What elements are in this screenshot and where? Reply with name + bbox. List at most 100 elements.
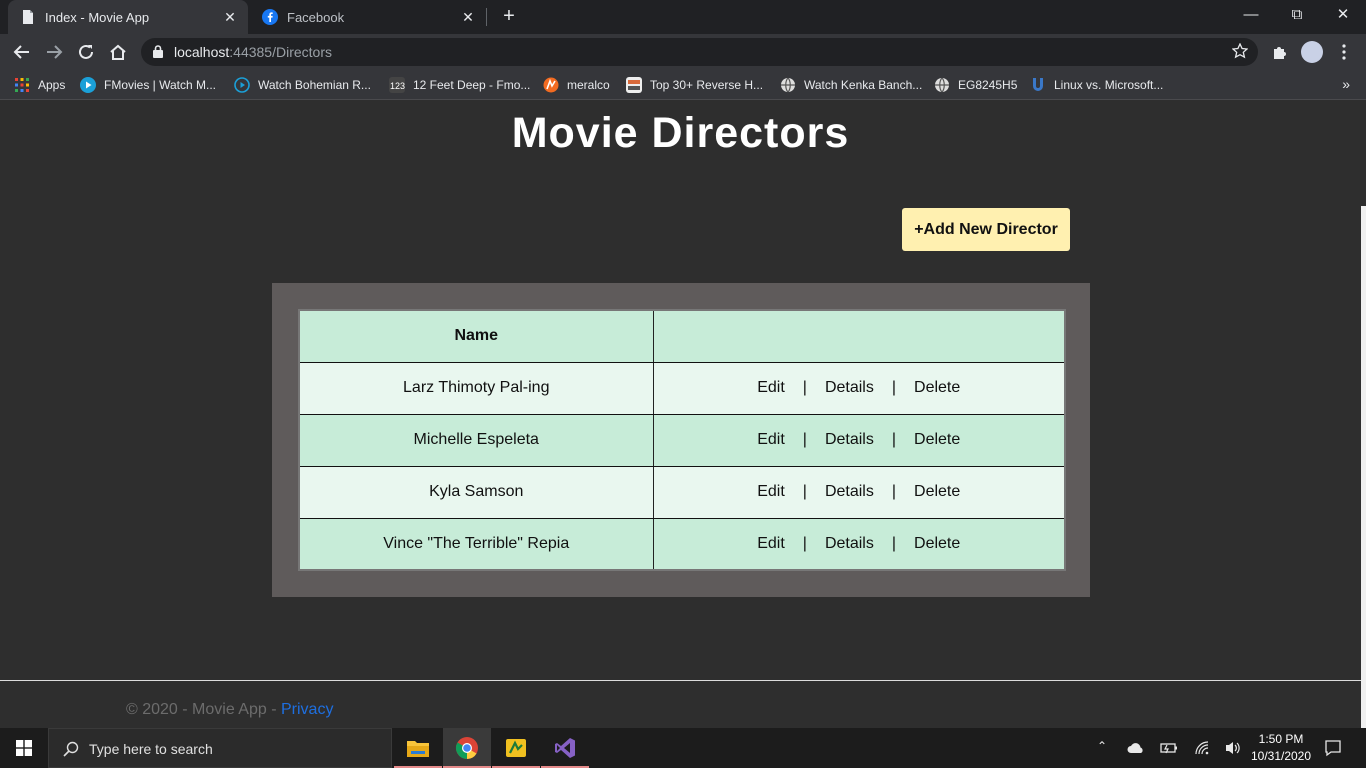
bookmark-label: meralco (567, 78, 610, 92)
director-name: Michelle Espeleta (299, 414, 654, 467)
arrow-right-icon (47, 45, 63, 59)
edit-link[interactable]: Edit (755, 379, 787, 397)
windows-taskbar: Type here to search ⌃ 1:50 PM 10/31/2020 (0, 728, 1366, 768)
table-row: Kyla Samson Edit | Details | Delete (299, 466, 1065, 519)
edit-link[interactable]: Edit (755, 535, 787, 553)
address-bar[interactable]: localhost:44385/Directors (141, 38, 1258, 66)
director-name: Kyla Samson (299, 466, 654, 519)
bookmark-fmovies[interactable]: FMovies | Watch M... (80, 76, 216, 94)
page-title: Movie Directors (511, 109, 850, 157)
close-window-button[interactable]: ✕ (1320, 0, 1366, 30)
director-name: Vince "The Terrible" Repia (299, 518, 654, 570)
database-tool-icon (506, 739, 526, 757)
action-separator: | (891, 379, 897, 396)
home-icon (110, 44, 126, 60)
chrome-app[interactable] (443, 728, 491, 768)
lock-icon (153, 45, 163, 58)
bookmark-star-icon[interactable] (1232, 43, 1248, 59)
url-text: localhost:44385/Directors (174, 44, 332, 60)
page-content: Movie Directors +Add New Director Name L… (0, 101, 1366, 728)
back-button[interactable] (10, 40, 34, 64)
footer-copyright: © 2020 - Movie App - (126, 701, 281, 718)
bookmark-apps[interactable]: Apps (14, 76, 65, 94)
directors-panel: Name Larz Thimoty Pal-ing Edit | Details… (272, 283, 1090, 597)
details-link[interactable]: Details (823, 535, 876, 553)
table-row: Michelle Espeleta Edit | Details | Delet… (299, 414, 1065, 467)
browser-tabbar: Index - Movie App ✕ Facebook ✕ + — ⧉ ✕ (0, 0, 1366, 34)
details-link[interactable]: Details (823, 379, 876, 397)
column-header-actions (653, 310, 1065, 363)
onedrive-cloud-icon[interactable] (1127, 742, 1145, 754)
privacy-link[interactable]: Privacy (281, 701, 333, 718)
arrow-left-icon (13, 45, 29, 59)
delete-link[interactable]: Delete (912, 483, 962, 501)
taskbar-clock[interactable]: 1:50 PM 10/31/2020 (1248, 731, 1314, 765)
tab-index-movie-app[interactable]: Index - Movie App ✕ (8, 0, 248, 34)
edit-link[interactable]: Edit (755, 483, 787, 501)
play-circle-icon (234, 77, 250, 93)
new-tab-button[interactable]: + (498, 5, 520, 27)
windows-logo-icon (16, 740, 32, 756)
edit-link[interactable]: Edit (755, 431, 787, 449)
tab-close-icon[interactable]: ✕ (458, 9, 478, 26)
profile-button[interactable] (1300, 40, 1324, 64)
clock-time: 1:50 PM (1258, 732, 1304, 746)
clock-date: 10/31/2020 (1250, 749, 1312, 763)
row-actions: Edit | Details | Delete (653, 414, 1065, 467)
tab-facebook[interactable]: Facebook ✕ (250, 0, 486, 34)
magnet-icon (1033, 78, 1043, 91)
show-hidden-icons-chevron-up-icon[interactable]: ⌃ (1097, 739, 1107, 753)
restore-button[interactable]: ⧉ (1274, 0, 1320, 30)
table-row: Larz Thimoty Pal-ing Edit | Details | De… (299, 362, 1065, 415)
bookmark-label: Watch Kenka Banch... (804, 78, 923, 92)
meralco-icon (543, 77, 559, 93)
footer-divider (0, 680, 1361, 681)
bookmark-12-feet-deep[interactable]: 123 12 Feet Deep - Fmo... (389, 76, 530, 94)
home-button[interactable] (106, 40, 130, 64)
sql-app[interactable] (492, 728, 540, 768)
minimize-button[interactable]: — (1228, 0, 1274, 30)
bookmark-label: 12 Feet Deep - Fmo... (413, 78, 531, 92)
tab-close-icon[interactable]: ✕ (220, 9, 240, 26)
delete-link[interactable]: Delete (912, 535, 962, 553)
bookmarks-overflow-icon[interactable]: » (1342, 76, 1350, 92)
bookmark-linux-vs-microsoft[interactable]: Linux vs. Microsoft... (1030, 76, 1163, 94)
document-icon (23, 10, 33, 24)
add-new-director-button[interactable]: +Add New Director (902, 208, 1070, 251)
wifi-icon[interactable] (1194, 740, 1210, 756)
browser-toolbar: localhost:44385/Directors (0, 34, 1366, 70)
reload-button[interactable] (74, 40, 98, 64)
footer: © 2020 - Movie App - Privacy (126, 701, 333, 719)
search-icon (63, 741, 79, 757)
bookmark-reverse[interactable]: Top 30+ Reverse H... (626, 76, 763, 94)
scrollbar-thumb[interactable] (1361, 206, 1366, 728)
bookmark-kenka[interactable]: Watch Kenka Banch... (780, 76, 922, 94)
chrome-icon (456, 737, 478, 759)
delete-link[interactable]: Delete (912, 379, 962, 397)
action-separator: | (891, 483, 897, 500)
tab-divider (486, 8, 487, 26)
details-link[interactable]: Details (823, 483, 876, 501)
taskbar-search-input[interactable]: Type here to search (48, 728, 392, 768)
notifications-icon[interactable] (1324, 739, 1342, 757)
delete-link[interactable]: Delete (912, 431, 962, 449)
svg-text:123: 123 (390, 81, 405, 91)
bookmark-meralco[interactable]: meralco (543, 76, 610, 94)
details-link[interactable]: Details (823, 431, 876, 449)
volume-icon[interactable] (1224, 740, 1242, 756)
bookmark-label: Top 30+ Reverse H... (650, 78, 764, 92)
start-button[interactable] (0, 728, 48, 768)
reload-icon (79, 44, 93, 59)
forward-button[interactable] (42, 40, 66, 64)
folder-icon (407, 741, 429, 757)
extensions-button[interactable] (1268, 40, 1292, 64)
file-explorer-app[interactable] (394, 728, 442, 768)
action-separator: | (891, 534, 897, 552)
visual-studio-app[interactable] (541, 728, 589, 768)
table-header-row: Name (299, 310, 1065, 363)
bookmark-eg8245h5[interactable]: EG8245H5 (934, 76, 1017, 94)
menu-button[interactable] (1332, 40, 1356, 64)
kebab-menu-icon (1342, 44, 1346, 60)
battery-icon[interactable] (1160, 741, 1178, 755)
bookmark-bohemian[interactable]: Watch Bohemian R... (234, 76, 371, 94)
